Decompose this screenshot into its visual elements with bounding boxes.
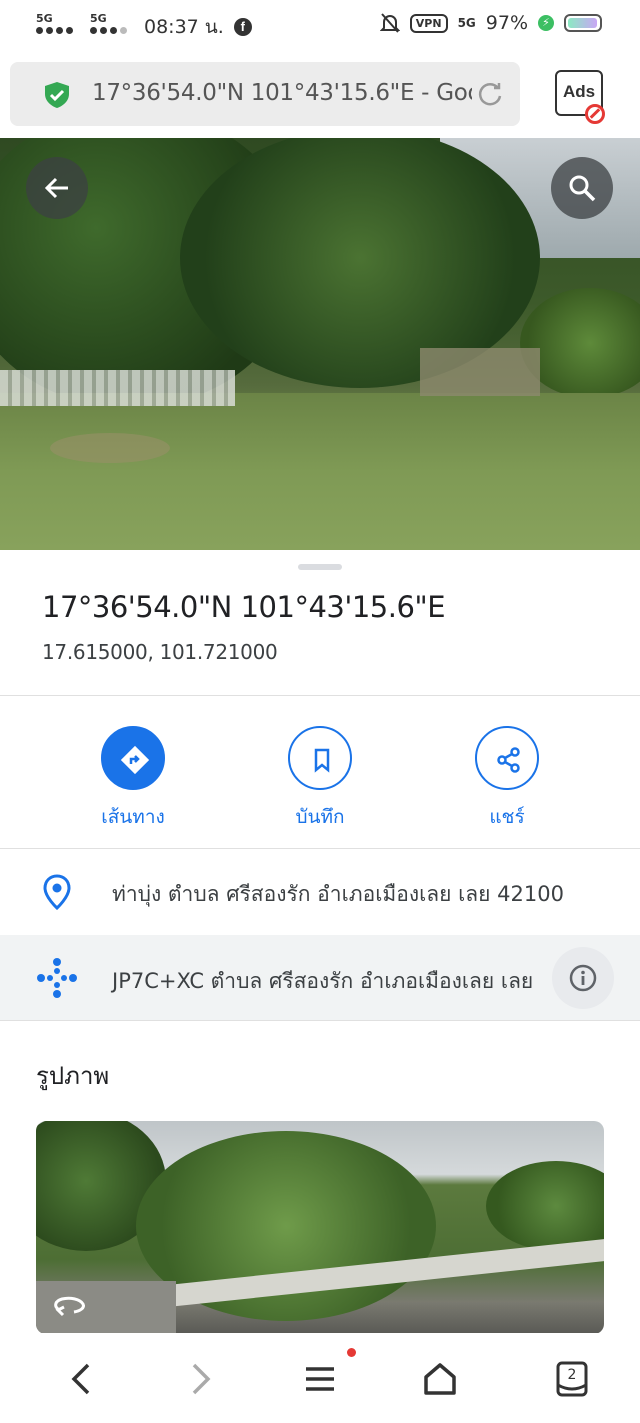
place-title: 17°36'54.0"N 101°43'15.6"E: [42, 590, 446, 624]
place-sheet: 17°36'54.0"N 101°43'15.6"E 17.615000, 10…: [0, 550, 640, 1334]
charging-icon: ⚡: [538, 15, 554, 31]
save-label: บันทึก: [295, 806, 345, 828]
share-button[interactable]: แชร์: [452, 726, 562, 832]
address-row[interactable]: ท่าบุ่ง ตำบล ศรีสองรัก อำเภอเมืองเลย เลย…: [0, 850, 640, 934]
tabs-icon[interactable]: 2: [552, 1359, 592, 1399]
back-icon[interactable]: [62, 1359, 102, 1399]
plus-code-icon: [37, 958, 77, 998]
network-type-label: 5G: [90, 12, 107, 25]
directions-label: เส้นทาง: [101, 806, 165, 828]
secure-shield-icon: [45, 82, 69, 108]
signal-icon: 5G: [36, 12, 80, 40]
menu-icon[interactable]: [300, 1359, 340, 1399]
directions-button[interactable]: เส้นทาง: [78, 726, 188, 832]
bookmark-icon: [314, 748, 330, 773]
360-rotate-icon: [54, 1296, 85, 1317]
plus-code-row[interactable]: JP7C+XC ตำบล ศรีสองรัก อำเภอเมืองเลย เลย: [0, 935, 640, 1020]
plus-code-text: JP7C+XC ตำบล ศรีสองรัก อำเภอเมืองเลย เลย: [112, 969, 534, 993]
signal-icon: 5G: [90, 12, 134, 40]
ads-label: Ads: [562, 82, 596, 101]
forward-icon[interactable]: [180, 1359, 220, 1399]
reload-icon[interactable]: [476, 80, 504, 108]
location-pin-icon: [43, 874, 71, 910]
home-icon[interactable]: [420, 1359, 460, 1399]
browser-bottom-nav: 2: [0, 1333, 640, 1423]
divider: [0, 848, 640, 849]
divider: [0, 1020, 640, 1021]
status-bar: 5G 5G 08:37 น. f VPN 5G 97% ⚡: [0, 0, 640, 50]
network-type-label: 5G: [457, 16, 476, 30]
facebook-icon: f: [233, 18, 252, 36]
svg-text:2: 2: [568, 1367, 577, 1383]
divider: [0, 695, 640, 696]
directions-icon: [120, 745, 150, 775]
battery-icon: [564, 14, 602, 32]
clock: 08:37 น.: [144, 16, 224, 38]
address-text: ท่าบุ่ง ตำบล ศรีสองรัก อำเภอเมืองเลย เลย…: [112, 882, 564, 906]
url-text[interactable]: 17°36'54.0"N 101°43'15.6"E - Google ...: [92, 80, 472, 106]
photo-thumbnail[interactable]: [36, 1121, 604, 1334]
drag-handle[interactable]: [298, 564, 342, 570]
battery-percent: 97%: [485, 12, 528, 34]
info-button[interactable]: [552, 947, 614, 1009]
decimal-coordinates: 17.615000, 101.721000: [42, 640, 278, 664]
vpn-badge: VPN: [409, 13, 448, 33]
photos-heading: รูปภาพ: [36, 1062, 110, 1090]
info-icon: [569, 964, 597, 992]
back-button[interactable]: [26, 157, 88, 219]
search-icon: [569, 175, 596, 202]
block-icon: [585, 104, 605, 124]
address-bar[interactable]: 17°36'54.0"N 101°43'15.6"E - Google ...: [10, 62, 520, 126]
search-button[interactable]: [551, 157, 613, 219]
network-type-label: 5G: [36, 12, 53, 25]
arrow-back-icon: [44, 177, 68, 199]
street-view-image[interactable]: [0, 138, 640, 550]
notification-dot: [347, 1348, 356, 1357]
share-icon: [497, 747, 520, 773]
share-label: แชร์: [489, 806, 525, 828]
bell-muted-icon: [379, 13, 400, 33]
save-button[interactable]: บันทึก: [265, 726, 375, 832]
